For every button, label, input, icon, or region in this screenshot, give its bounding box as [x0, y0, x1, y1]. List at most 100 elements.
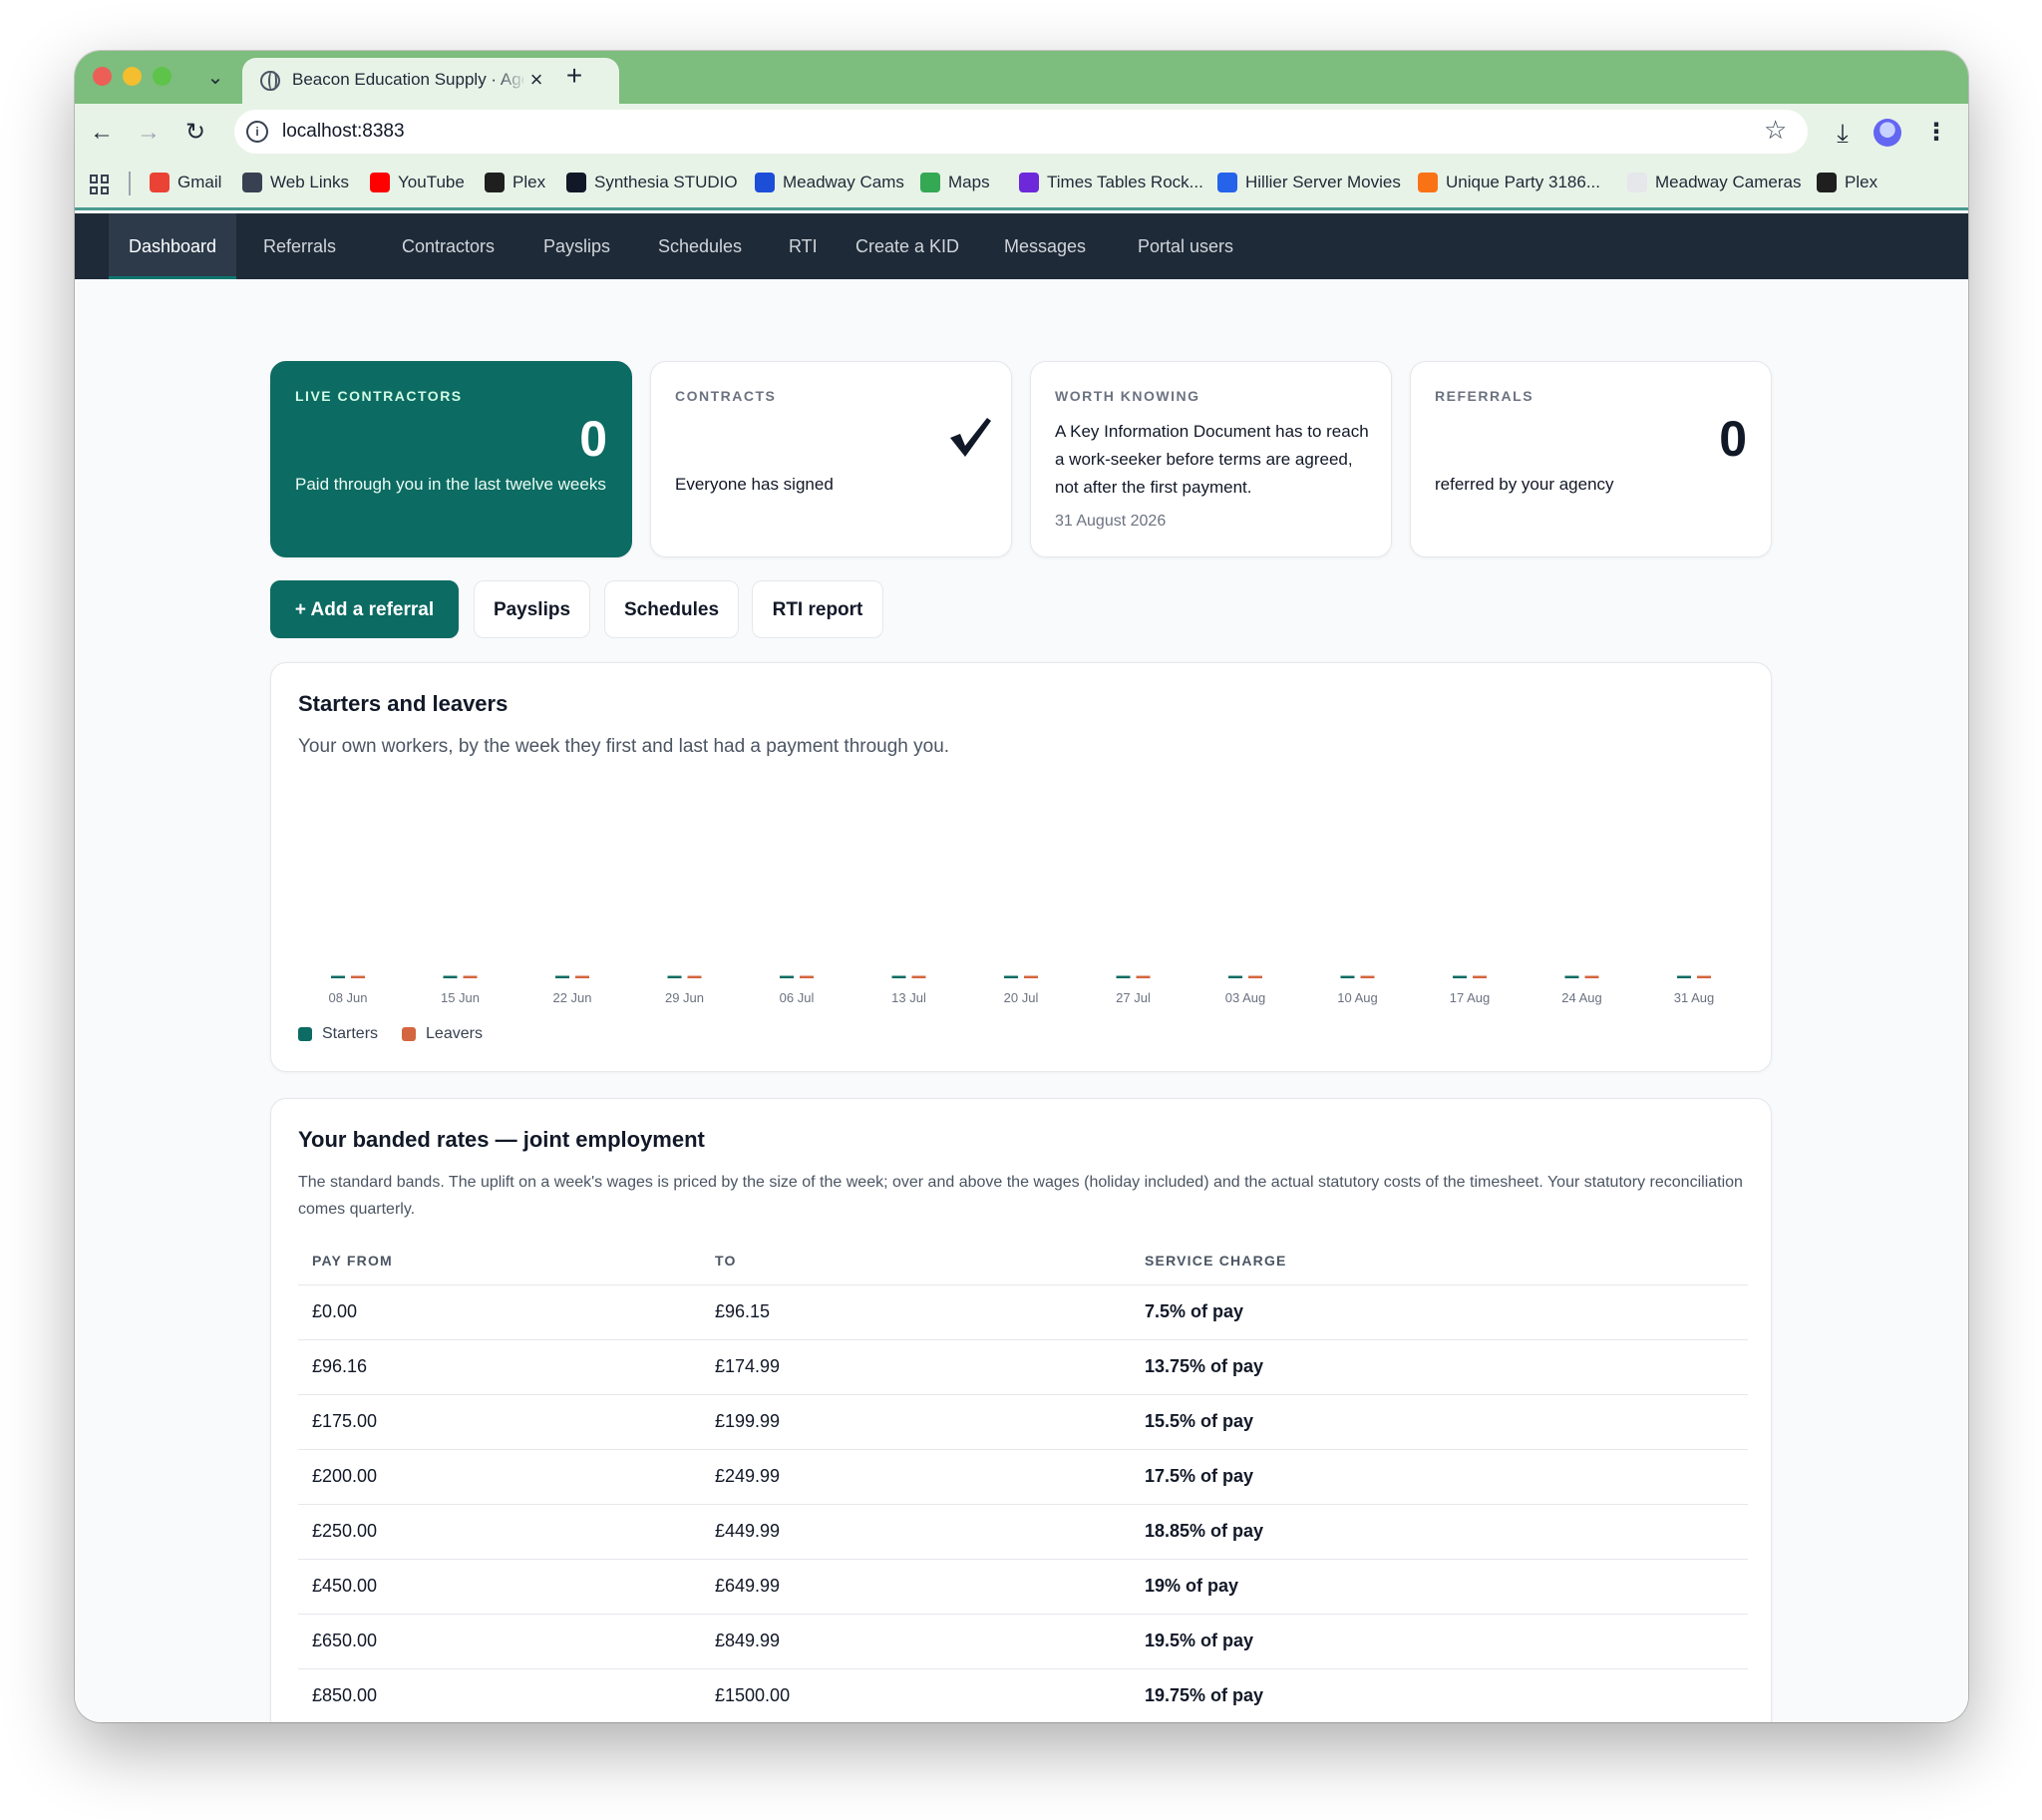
globe-icon: [242, 173, 262, 192]
payslips-button[interactable]: Payslips: [474, 580, 590, 638]
bookmark-label: Meadway Cams: [783, 173, 904, 191]
nav-item-rti[interactable]: RTI: [769, 213, 838, 279]
chart-legend: Starters Leavers: [298, 1025, 483, 1043]
youtube-icon: [370, 173, 390, 192]
worth-knowing-text: A Key Information Document has to reach …: [1055, 422, 1369, 497]
bookmark-item[interactable]: Web Links: [242, 173, 349, 192]
profile-avatar[interactable]: [1873, 119, 1901, 147]
bookmark-label: YouTube: [398, 173, 465, 191]
synthesia-icon: [566, 173, 586, 192]
kpi-live-contractors: LIVE CONTRACTORS 0 Paid through you in t…: [270, 361, 632, 557]
url-text[interactable]: localhost:8383: [282, 121, 405, 143]
nav-item-messages[interactable]: Messages: [984, 213, 1106, 279]
kpi-label: CONTRACTS: [675, 388, 777, 404]
service-charge-cell: 13.75% of pay: [1131, 1339, 1748, 1395]
table-row: £96.16 £174.99 13.75% of pay: [298, 1339, 1748, 1395]
apps-grid-icon[interactable]: [90, 175, 110, 194]
starters-leavers-card: Starters and leavers Your own workers, b…: [270, 662, 1772, 1072]
nav-item-create-a-kid[interactable]: Create a KID: [836, 213, 979, 279]
browser-toolbar: ← → ↻ i localhost:8383 ☆ ⤓ ⋮: [75, 104, 1968, 160]
bookmark-item[interactable]: Times Tables Rock...: [1019, 173, 1203, 192]
minimize-window-button[interactable]: [123, 67, 142, 86]
pay-from-cell: £850.00: [298, 1668, 701, 1722]
site-info-icon[interactable]: i: [246, 121, 268, 143]
service-charge-cell: 19% of pay: [1131, 1559, 1748, 1615]
chevron-down-icon[interactable]: ⌄: [200, 62, 230, 92]
banded-rates-card: Your banded rates — joint employment The…: [270, 1098, 1772, 1722]
nav-item-portal-users[interactable]: Portal users: [1118, 213, 1253, 279]
table-row: £850.00 £1500.00 19.75% of pay: [298, 1668, 1748, 1722]
bookmark-item[interactable]: YouTube: [370, 173, 465, 192]
bookmark-label: Meadway Cameras: [1655, 173, 1802, 191]
nav-item-schedules[interactable]: Schedules: [638, 213, 762, 279]
pay-from-cell: £0.00: [298, 1284, 701, 1340]
bookmark-item[interactable]: Unique Party 3186...: [1418, 173, 1600, 192]
pay-to-cell: £174.99: [701, 1339, 1131, 1395]
x-tick-label: 22 Jun: [552, 990, 591, 1005]
schedules-button[interactable]: Schedules: [604, 580, 739, 638]
pay-to-cell: £96.15: [701, 1284, 1131, 1340]
blank-icon: [1627, 173, 1647, 192]
service-charge-cell: 18.85% of pay: [1131, 1504, 1748, 1560]
bookmark-star-icon[interactable]: ☆: [1764, 115, 1787, 146]
kpi-referrals: REFERRALS 0 referred by your agency: [1410, 361, 1772, 557]
bookmark-item[interactable]: Meadway Cams: [755, 173, 904, 192]
app-nav: Dashboard Referrals Contractors Payslips Sch…: [75, 213, 1968, 279]
amazon-icon: [1418, 173, 1438, 192]
add-referral-button[interactable]: + Add a referral: [270, 580, 459, 638]
browser-window: ⌄ Beacon Education Supply · Agency × + ←…: [75, 51, 1968, 1722]
kpi-subtext: Everyone has signed: [675, 475, 834, 494]
ttrs-icon: [1019, 173, 1039, 192]
bookmark-item[interactable]: Synthesia STUDIO: [566, 173, 738, 192]
address-bar[interactable]: i localhost:8383 ☆: [234, 110, 1808, 154]
bar-starters: [331, 975, 345, 978]
bookmark-item[interactable]: Meadway Cameras: [1627, 173, 1801, 192]
forward-arrow-icon[interactable]: →: [132, 116, 166, 150]
table-row: £450.00 £649.99 19% of pay: [298, 1559, 1748, 1615]
plex-icon: [485, 173, 505, 192]
bookmark-item[interactable]: Gmail: [150, 173, 221, 192]
maximize-window-button[interactable]: [153, 67, 171, 86]
nav-item-dashboard[interactable]: Dashboard: [109, 213, 237, 279]
table-row: £250.00 £449.99 18.85% of pay: [298, 1504, 1748, 1560]
bookmark-label: Web Links: [270, 173, 350, 191]
x-tick-label: 20 Jul: [1004, 990, 1039, 1005]
bar-starters: [1340, 975, 1355, 978]
kpi-subtext: Paid through you in the last twelve week…: [295, 475, 606, 494]
x-tick-label: 08 Jun: [328, 990, 367, 1005]
bookmark-item[interactable]: Plex: [1817, 173, 1877, 192]
back-arrow-icon[interactable]: ←: [85, 116, 119, 150]
pay-from-cell: £96.16: [298, 1339, 701, 1395]
bar-leavers: [1360, 975, 1375, 978]
close-window-button[interactable]: [93, 67, 112, 86]
nav-item-contractors[interactable]: Contractors: [382, 213, 514, 279]
legend-swatch-starters: [298, 1027, 312, 1041]
bar-leavers: [1584, 975, 1599, 978]
bookmark-label: Gmail: [177, 173, 222, 191]
download-icon[interactable]: ⤓: [1826, 116, 1860, 150]
nav-item-payslips[interactable]: Payslips: [523, 213, 630, 279]
kpi-value: 0: [579, 411, 607, 467]
more-menu-icon[interactable]: ⋮: [1919, 116, 1953, 150]
bar-leavers: [1136, 975, 1151, 978]
bar-starters: [667, 975, 682, 978]
bookmark-label: Plex: [1845, 173, 1878, 191]
close-tab-icon[interactable]: ×: [523, 67, 549, 93]
x-tick-label: 03 Aug: [1225, 990, 1266, 1005]
dashboard-content: LIVE CONTRACTORS 0 Paid through you in t…: [75, 279, 1968, 1722]
bookmarks-bar: Gmail Web Links YouTube Plex Synthesia STUDI…: [75, 160, 1968, 210]
rti-report-button[interactable]: RTI report: [752, 580, 883, 638]
bar-starters: [780, 975, 794, 978]
nav-item-referrals[interactable]: Referrals: [243, 213, 356, 279]
bar-starters: [1116, 975, 1131, 978]
column-header: TO: [701, 1237, 1131, 1285]
column-header: PAY FROM: [298, 1237, 701, 1285]
bookmark-item[interactable]: Hillier Server Movies: [1217, 173, 1401, 192]
kpi-label: REFERRALS: [1435, 388, 1534, 404]
bookmark-item[interactable]: Maps: [920, 173, 990, 192]
reload-icon[interactable]: ↻: [178, 116, 212, 150]
bookmark-item[interactable]: Plex: [485, 173, 545, 192]
new-tab-button[interactable]: +: [557, 60, 591, 94]
card-title: Your banded rates — joint employment: [298, 1127, 705, 1152]
x-tick-label: 06 Jul: [780, 990, 815, 1005]
